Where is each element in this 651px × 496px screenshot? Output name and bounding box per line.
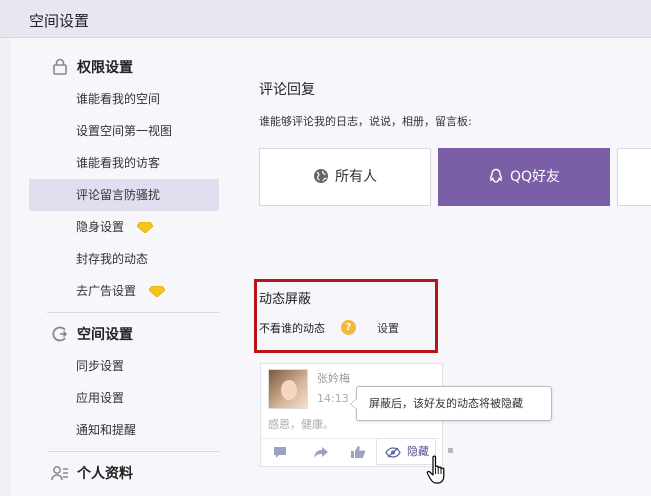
option-everyone[interactable]: 所有人 [259, 148, 431, 206]
option-partial[interactable] [617, 148, 651, 206]
sidebar-item-notifications[interactable]: 通知和提醒 [29, 414, 219, 446]
tooltip: 屏蔽后，该好友的动态将被隐藏 [350, 386, 552, 421]
post-time: 14:13 [317, 392, 349, 405]
sidebar-item-label: 同步设置 [76, 359, 125, 373]
sidebar-section-space: 空间设置 [29, 320, 219, 348]
section-description: 谁能够评论我的日志，说说，相册，留言板: [259, 115, 472, 128]
lock-icon [53, 58, 67, 75]
sidebar-section-label: 空间设置 [77, 327, 133, 343]
sidebar-item-visitors[interactable]: 谁能看我的访客 [29, 147, 219, 179]
sidebar-item-label: 通知和提醒 [76, 423, 137, 437]
sidebar-item-remove-ads[interactable]: 去广告设置 [29, 275, 219, 307]
sidebar-section-label: 个人资料 [77, 466, 133, 482]
top-header: 空间设置 [0, 0, 651, 38]
like-icon[interactable] [350, 445, 366, 459]
sidebar: 权限设置 谁能看我的空间 设置空间第一视图 谁能看我的访客 评论留言防骚扰 隐身… [29, 44, 219, 496]
sidebar-item-archive[interactable]: 封存我的动态 [29, 243, 219, 275]
comment-icon[interactable] [272, 445, 288, 459]
sidebar-divider [47, 312, 219, 313]
profile-icon [51, 466, 68, 481]
sidebar-item-label: 评论留言防骚扰 [76, 188, 161, 202]
sidebar-divider [47, 451, 219, 452]
more-handle [448, 448, 453, 453]
post-text: 感恩，健康。 [268, 418, 334, 431]
page-title: 空间设置 [29, 12, 90, 30]
sidebar-item-sync[interactable]: 同步设置 [29, 350, 219, 382]
eye-slash-icon [385, 447, 401, 458]
sidebar-item-label: 设置空间第一视图 [76, 124, 173, 138]
sidebar-item-invisible[interactable]: 隐身设置 [29, 211, 219, 243]
qq-penguin-icon [490, 168, 502, 183]
highlight-box [254, 279, 438, 353]
sidebar-item-who-can-view[interactable]: 谁能看我的空间 [29, 83, 219, 115]
avatar[interactable] [268, 369, 308, 409]
section-title: 评论回复 [259, 82, 315, 98]
sidebar-item-first-view[interactable]: 设置空间第一视图 [29, 115, 219, 147]
option-label: QQ好友 [509, 169, 561, 185]
avatar-face [281, 380, 297, 400]
option-qq-friends[interactable]: QQ好友 [438, 148, 610, 206]
share-icon[interactable] [313, 445, 329, 459]
sidebar-item-label: 谁能看我的访客 [76, 156, 161, 170]
sidebar-section-label: 权限设置 [77, 60, 133, 76]
sidebar-item-label: 去广告设置 [76, 284, 137, 298]
friend-name[interactable]: 张妗梅 [317, 370, 350, 386]
sidebar-item-label: 隐身设置 [76, 220, 125, 234]
sidebar-section-permissions: 权限设置 [29, 53, 219, 81]
sidebar-item-label: 谁能看我的空间 [76, 92, 161, 106]
sidebar-item-apps[interactable]: 应用设置 [29, 382, 219, 414]
diamond-icon [137, 222, 153, 233]
sidebar-section-profile: 个人资料 [29, 459, 219, 487]
option-label: 所有人 [335, 169, 377, 185]
globe-icon [314, 169, 328, 183]
space-settings-icon [52, 326, 68, 342]
sidebar-item-anti-harassment[interactable]: 评论留言防骚扰 [29, 179, 219, 211]
hand-cursor-icon [426, 455, 445, 484]
sidebar-item-label: 应用设置 [76, 391, 125, 405]
sidebar-item-label: 封存我的动态 [76, 252, 149, 266]
diamond-icon [149, 286, 165, 297]
